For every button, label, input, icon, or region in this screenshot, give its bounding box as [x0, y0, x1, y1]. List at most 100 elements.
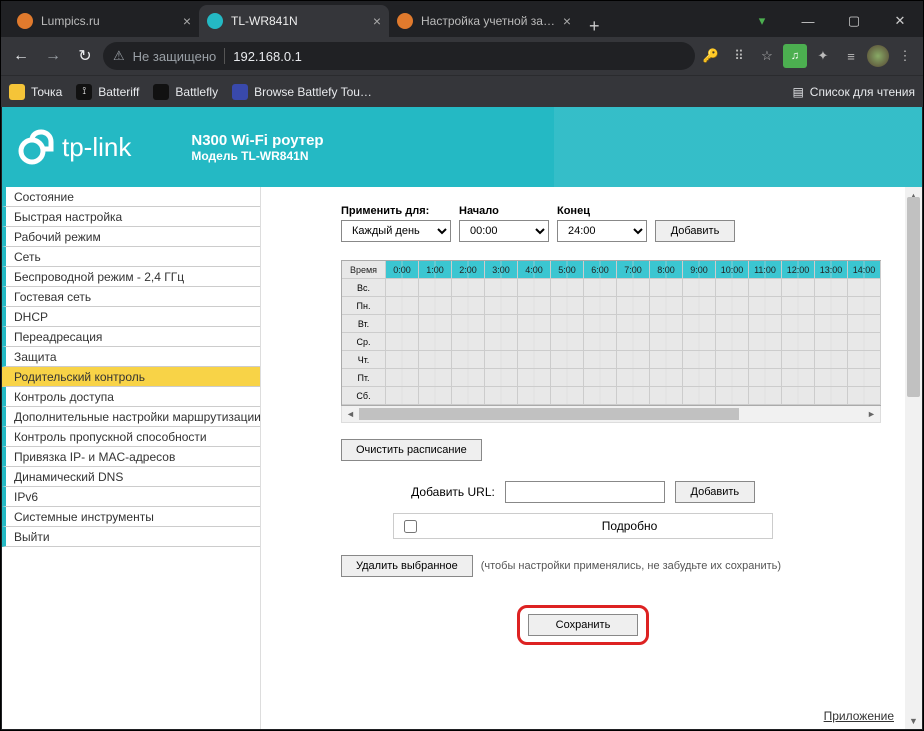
bookmark-item[interactable]: Battlefly [153, 84, 218, 100]
sidebar-item[interactable]: Гостевая сеть [2, 287, 260, 307]
schedule-cell[interactable] [683, 279, 716, 297]
schedule-cell[interactable] [518, 315, 551, 333]
save-button[interactable]: Сохранить [528, 614, 638, 636]
bookmark-item[interactable]: ⟟Batteriff [76, 84, 139, 100]
sidebar-item[interactable]: Дополнительные настройки маршрутизации [2, 407, 260, 427]
schedule-cell[interactable] [386, 387, 419, 405]
sidebar-item[interactable]: Привязка IP- и MAC-адресов [2, 447, 260, 467]
schedule-cell[interactable] [584, 369, 617, 387]
schedule-cell[interactable] [551, 369, 584, 387]
delete-selected-button[interactable]: Удалить выбранное [341, 555, 473, 577]
scroll-down-icon[interactable]: ▼ [905, 712, 922, 729]
schedule-cell[interactable] [485, 315, 518, 333]
schedule-cell[interactable] [815, 297, 848, 315]
minimize-button[interactable]: — [785, 5, 831, 37]
schedule-cell[interactable] [419, 279, 452, 297]
schedule-cell[interactable] [815, 351, 848, 369]
end-select[interactable]: 24:00 [557, 220, 647, 242]
schedule-cell[interactable] [617, 333, 650, 351]
close-icon[interactable]: × [563, 13, 571, 29]
schedule-cell[interactable] [815, 279, 848, 297]
schedule-cell[interactable] [386, 351, 419, 369]
schedule-cell[interactable] [650, 297, 683, 315]
sidebar-item[interactable]: Быстрая настройка [2, 207, 260, 227]
schedule-cell[interactable] [815, 387, 848, 405]
schedule-cell[interactable] [551, 297, 584, 315]
bookmark-item[interactable]: Browse Battlefy Tou… [232, 84, 372, 100]
schedule-cell[interactable] [452, 387, 485, 405]
tab-router[interactable]: TL-WR841N × [199, 5, 389, 37]
sidebar-item[interactable]: Переадресация [2, 327, 260, 347]
scroll-left-icon[interactable]: ◄ [342, 406, 359, 422]
schedule-cell[interactable] [617, 279, 650, 297]
schedule-cell[interactable] [650, 369, 683, 387]
apply-select[interactable]: Каждый день [341, 220, 451, 242]
menu-icon[interactable]: ⋮ [893, 44, 917, 68]
schedule-cell[interactable] [848, 369, 881, 387]
schedule-cell[interactable] [848, 297, 881, 315]
sidebar-item[interactable]: Сеть [2, 247, 260, 267]
schedule-cell[interactable] [386, 279, 419, 297]
scrollbar-thumb[interactable] [359, 408, 739, 420]
schedule-cell[interactable] [848, 351, 881, 369]
schedule-cell[interactable] [617, 351, 650, 369]
schedule-cell[interactable] [683, 333, 716, 351]
schedule-cell[interactable] [617, 315, 650, 333]
sidebar-item[interactable]: Беспроводной режим - 2,4 ГГц [2, 267, 260, 287]
schedule-cell[interactable] [782, 297, 815, 315]
schedule-cell[interactable] [650, 387, 683, 405]
schedule-cell[interactable] [683, 351, 716, 369]
schedule-cell[interactable] [782, 369, 815, 387]
back-button[interactable]: ← [7, 42, 35, 70]
schedule-cell[interactable] [584, 315, 617, 333]
schedule-cell[interactable] [749, 369, 782, 387]
schedule-cell[interactable] [584, 279, 617, 297]
schedule-cell[interactable] [485, 297, 518, 315]
schedule-cell[interactable] [683, 297, 716, 315]
url-input[interactable]: ⚠ Не защищено 192.168.0.1 [103, 42, 695, 70]
schedule-cell[interactable] [782, 279, 815, 297]
schedule-cell[interactable] [782, 351, 815, 369]
close-icon[interactable]: × [373, 13, 381, 29]
schedule-cell[interactable] [485, 351, 518, 369]
schedule-cell[interactable] [518, 279, 551, 297]
schedule-cell[interactable] [716, 333, 749, 351]
schedule-cell[interactable] [419, 315, 452, 333]
vertical-scrollbar[interactable]: ▲ ▼ [905, 187, 922, 729]
schedule-cell[interactable] [749, 279, 782, 297]
sidebar-item[interactable]: IPv6 [2, 487, 260, 507]
schedule-cell[interactable] [650, 333, 683, 351]
schedule-cell[interactable] [452, 369, 485, 387]
sidebar-item[interactable]: Динамический DNS [2, 467, 260, 487]
schedule-cell[interactable] [683, 387, 716, 405]
extensions-icon[interactable]: ✦ [811, 44, 835, 68]
schedule-cell[interactable] [716, 387, 749, 405]
schedule-cell[interactable] [716, 351, 749, 369]
schedule-cell[interactable] [848, 279, 881, 297]
schedule-cell[interactable] [419, 387, 452, 405]
schedule-cell[interactable] [683, 369, 716, 387]
select-all-checkbox[interactable] [404, 520, 417, 533]
sidebar-item[interactable]: Родительский контроль [2, 367, 260, 387]
clear-schedule-button[interactable]: Очистить расписание [341, 439, 482, 461]
sidebar-item[interactable]: Защита [2, 347, 260, 367]
reading-list-icon[interactable]: ≡ [839, 44, 863, 68]
schedule-cell[interactable] [551, 315, 584, 333]
schedule-cell[interactable] [584, 387, 617, 405]
schedule-cell[interactable] [485, 333, 518, 351]
extension-music-icon[interactable]: ♫ [783, 44, 807, 68]
schedule-cell[interactable] [815, 315, 848, 333]
translate-icon[interactable]: ⠿ [727, 44, 751, 68]
schedule-cell[interactable] [815, 369, 848, 387]
schedule-cell[interactable] [749, 351, 782, 369]
schedule-cell[interactable] [848, 333, 881, 351]
schedule-cell[interactable] [551, 279, 584, 297]
schedule-cell[interactable] [419, 297, 452, 315]
schedule-cell[interactable] [650, 279, 683, 297]
schedule-cell[interactable] [584, 297, 617, 315]
app-link[interactable]: Приложение [824, 709, 894, 723]
schedule-cell[interactable] [848, 387, 881, 405]
schedule-cell[interactable] [683, 315, 716, 333]
tab-settings[interactable]: Настройка учетной запис × [389, 5, 579, 37]
schedule-cell[interactable] [419, 369, 452, 387]
